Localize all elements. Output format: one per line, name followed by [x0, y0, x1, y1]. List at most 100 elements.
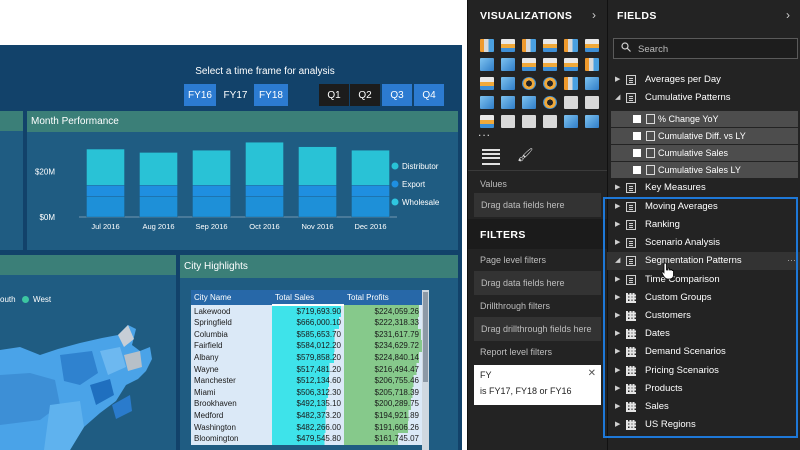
col-city-name[interactable]: City Name	[191, 290, 272, 305]
field-table-row[interactable]: ▶ Demand Scenarios	[607, 343, 800, 361]
funnel-icon[interactable]	[518, 93, 539, 112]
measure-row[interactable]: Cumulative Diff. vs LY	[611, 128, 798, 144]
table-row[interactable]: Columbia $585,653.70 $231,617.79	[191, 328, 422, 341]
bar-export[interactable]	[298, 185, 337, 197]
table-row[interactable]: Bloomington $479,545.80 $161,745.07	[191, 432, 422, 445]
city-table-scrollbar[interactable]	[422, 290, 429, 450]
more-options-icon[interactable]: ···	[787, 255, 796, 265]
area-chart-icon[interactable]	[497, 55, 518, 74]
multi-row-card-icon[interactable]	[581, 93, 602, 112]
r-visual-icon[interactable]	[560, 112, 581, 131]
table-row[interactable]: Lakewood $719,693.90 $224,059.26	[191, 305, 422, 317]
expand-caret-icon[interactable]: ▶	[615, 420, 620, 428]
percent-column-chart-icon[interactable]	[581, 36, 602, 55]
map-icon[interactable]	[581, 74, 602, 93]
bar-wholesale[interactable]	[192, 196, 231, 218]
gauge-icon[interactable]	[539, 93, 560, 112]
collapse-fields-chevron-icon[interactable]: ›	[786, 8, 790, 22]
us-map-shape[interactable]	[0, 255, 176, 450]
filled-map-icon[interactable]	[476, 93, 497, 112]
shape-map-icon[interactable]	[497, 93, 518, 112]
legend-dot-icon[interactable]	[391, 198, 399, 206]
q2-button[interactable]: Q2	[350, 84, 380, 106]
expand-caret-icon[interactable]: ▶	[615, 220, 620, 228]
legend-label-wholesale[interactable]: Wholesale	[402, 198, 440, 207]
bar-distributor[interactable]	[86, 148, 125, 186]
field-table-row[interactable]: ▶ US Regions	[607, 416, 800, 434]
table-row[interactable]: Albany $579,858.20 $224,840.14	[191, 351, 422, 364]
expand-caret-icon[interactable]: ▶	[615, 402, 620, 410]
field-table-row[interactable]: ▶ Averages per Day	[607, 71, 800, 89]
bar-distributor[interactable]	[298, 146, 337, 186]
field-table-row[interactable]: ◢ Segmentation Patterns ···	[607, 252, 800, 270]
measure-checkbox[interactable]	[633, 166, 641, 174]
fields-tab-icon[interactable]	[482, 149, 500, 165]
donut-chart-icon[interactable]	[539, 74, 560, 93]
table-row[interactable]: Brookhaven $492,135.10 $200,289.75	[191, 398, 422, 410]
expanded-caret-icon[interactable]: ◢	[615, 256, 620, 264]
table-row[interactable]: Fairfield $584,012.20 $234,629.72	[191, 340, 422, 352]
field-table-row[interactable]: ▶ Dates	[607, 325, 800, 343]
measure-row[interactable]: Cumulative Sales LY	[611, 162, 798, 178]
format-paint-roller-icon[interactable]: 🖌	[517, 147, 534, 163]
col-total-sales[interactable]: Total Sales	[272, 290, 344, 306]
legend-label-distributor[interactable]: Distributor	[402, 162, 439, 171]
legend-dot-icon[interactable]	[391, 162, 399, 170]
line-chart-icon[interactable]	[476, 55, 497, 74]
bar-export[interactable]	[86, 185, 125, 197]
field-table-row[interactable]: ▶ Products	[607, 380, 800, 398]
field-table-row[interactable]: ▶ Moving Averages	[607, 198, 800, 216]
card-icon[interactable]	[560, 93, 581, 112]
clustered-column-chart-icon[interactable]	[539, 36, 560, 55]
city-highlights-visual[interactable]: City Highlights City Name Total Sales To…	[180, 255, 458, 450]
slicer-icon[interactable]	[497, 112, 518, 131]
city-table[interactable]: City Name Total Sales Total Profits Lake…	[191, 290, 422, 445]
expand-caret-icon[interactable]: ▶	[615, 384, 620, 392]
ribbon-chart-icon[interactable]	[581, 55, 602, 74]
values-drop-well[interactable]: Drag data fields here	[474, 193, 601, 217]
fy16-button[interactable]: FY16	[184, 84, 216, 106]
field-table-row[interactable]: ▶ Custom Groups	[607, 289, 800, 307]
expand-caret-icon[interactable]: ▶	[615, 293, 620, 301]
bar-wholesale[interactable]	[86, 196, 125, 218]
waterfall-chart-icon[interactable]	[476, 74, 497, 93]
bar-distributor[interactable]	[245, 142, 284, 186]
expand-caret-icon[interactable]: ▶	[615, 329, 620, 337]
col-total-profits[interactable]: Total Profits	[344, 290, 422, 305]
measure-checkbox[interactable]	[633, 115, 641, 123]
bar-distributor[interactable]	[192, 149, 231, 186]
expand-caret-icon[interactable]: ▶	[615, 347, 620, 355]
more-visuals-icon[interactable]: ...	[478, 125, 491, 139]
table-row[interactable]: Washington $482,266.00 $191,606.26	[191, 421, 422, 433]
month-performance-visual[interactable]: Month Performance $0M $20M Jul 2016 Aug 201…	[27, 111, 458, 250]
field-table-row[interactable]: ▶ Time Comparison	[607, 271, 800, 289]
expanded-caret-icon[interactable]: ◢	[615, 93, 620, 101]
expand-caret-icon[interactable]: ▶	[615, 238, 620, 246]
field-table-row[interactable]: ▶ Key Measures	[607, 179, 800, 197]
expand-caret-icon[interactable]: ▶	[615, 311, 620, 319]
field-table-row[interactable]: ▶ Sales	[607, 398, 800, 416]
bar-wholesale[interactable]	[245, 196, 284, 218]
globe-icon[interactable]	[581, 112, 602, 131]
expand-caret-icon[interactable]: ▶	[615, 75, 620, 83]
fy18-button[interactable]: FY18	[254, 84, 288, 106]
stacked-area-chart-icon[interactable]	[518, 55, 539, 74]
month-performance-chart[interactable]: $0M $20M Jul 2016 Aug 2016 Sep 2016 Oct 2016 N…	[27, 132, 458, 250]
table-icon[interactable]	[518, 112, 539, 131]
bar-export[interactable]	[192, 185, 231, 197]
field-table-row[interactable]: ▶ Pricing Scenarios	[607, 362, 800, 380]
bar-distributor[interactable]	[351, 149, 390, 186]
table-row[interactable]: Wayne $517,481.20 $216,494.47	[191, 363, 422, 375]
stacked-bar-chart-icon[interactable]	[476, 36, 497, 55]
matrix-icon[interactable]	[539, 112, 560, 131]
measure-checkbox[interactable]	[633, 132, 641, 140]
scatter-chart-icon[interactable]	[497, 74, 518, 93]
treemap-icon[interactable]	[560, 74, 581, 93]
left-visual-fragment[interactable]	[0, 111, 23, 250]
line-stacked-column-chart-icon[interactable]	[560, 55, 581, 74]
bar-export[interactable]	[351, 185, 390, 197]
bar-wholesale[interactable]	[351, 196, 390, 218]
measure-row[interactable]: Cumulative Sales	[611, 145, 798, 161]
table-row[interactable]: Springfield $666,000.10 $222,318.33	[191, 317, 422, 329]
table-row[interactable]: Manchester $512,134.60 $206,755.46	[191, 374, 422, 387]
